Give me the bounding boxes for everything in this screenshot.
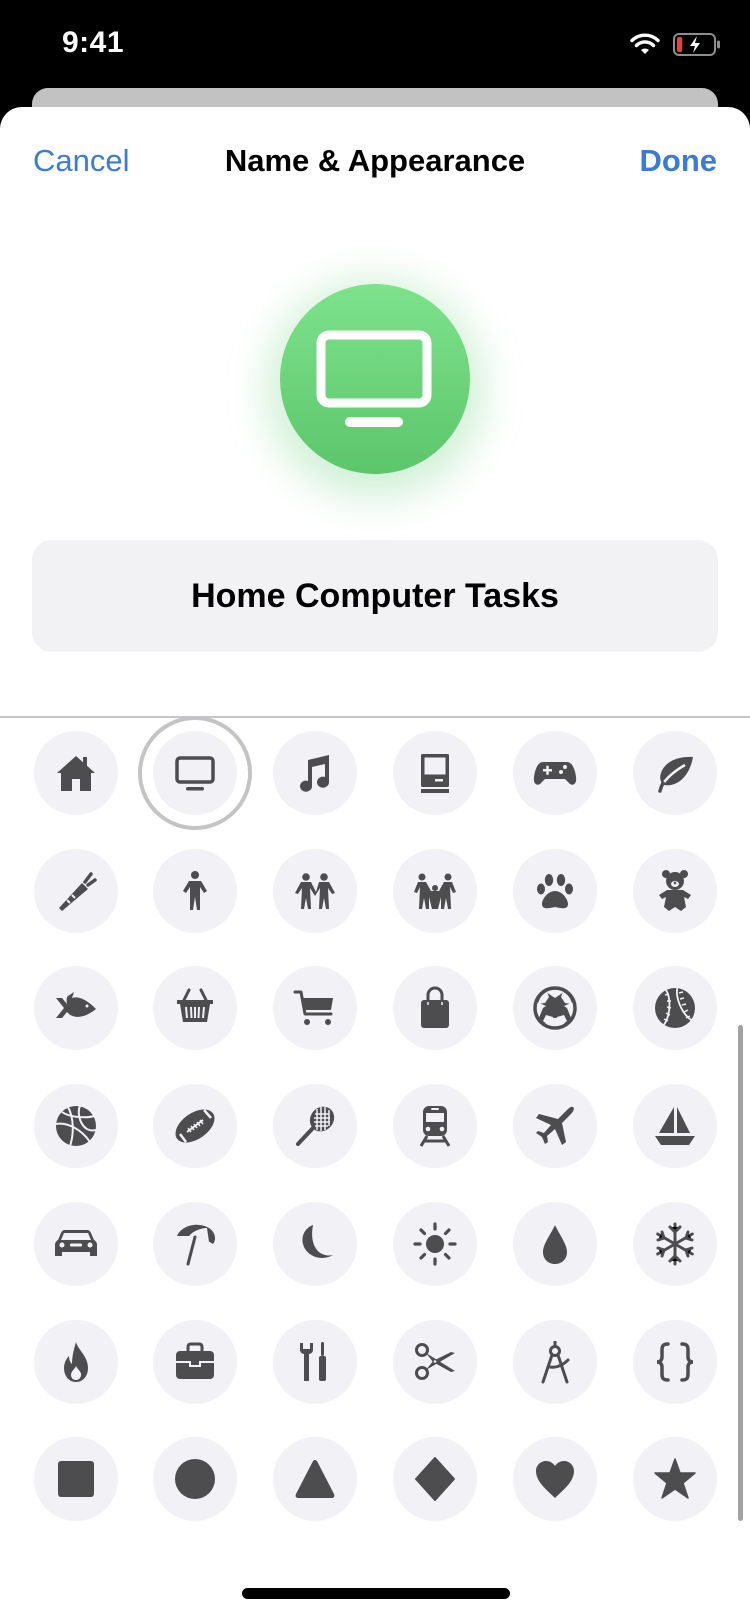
family-icon <box>414 873 456 909</box>
scissors-icon <box>415 1342 455 1380</box>
wifi-icon <box>630 33 660 54</box>
car-icon <box>55 1229 97 1256</box>
icon-option[interactable] <box>273 731 357 815</box>
icon-option[interactable] <box>393 1319 477 1404</box>
icon-option[interactable] <box>34 1201 118 1286</box>
toolbox-icon <box>176 1342 214 1379</box>
triangle-icon <box>295 1460 335 1499</box>
curly-braces-icon <box>656 1341 694 1382</box>
person-icon <box>183 870 207 910</box>
icon-option[interactable] <box>393 731 477 815</box>
battery-charging-low-icon <box>673 33 720 56</box>
home-indicator[interactable] <box>242 1588 510 1599</box>
icon-option[interactable] <box>153 1319 237 1404</box>
diamond-icon <box>415 1457 455 1502</box>
cancel-button[interactable]: Cancel <box>33 143 130 179</box>
scrollbar[interactable] <box>738 1025 743 1521</box>
icon-option[interactable] <box>153 1201 237 1286</box>
classic-computer-icon <box>421 754 449 793</box>
icon-option[interactable] <box>393 1437 477 1522</box>
icon-option[interactable] <box>513 848 597 933</box>
tennis-racket-icon <box>296 1106 335 1147</box>
navigation-bar: Cancel Name & Appearance Done <box>0 107 750 217</box>
icon-option[interactable] <box>153 1084 237 1169</box>
status-time: 9:41 <box>62 26 125 59</box>
icon-option[interactable] <box>34 1437 118 1522</box>
icon-option[interactable] <box>393 1084 477 1169</box>
icon-option[interactable] <box>633 1201 717 1286</box>
icon-option[interactable] <box>273 1319 357 1404</box>
status-bar: 9:41 <box>0 0 750 88</box>
leaf-icon <box>657 756 693 793</box>
icon-option[interactable] <box>153 966 237 1051</box>
icon-option[interactable] <box>393 848 477 933</box>
beach-umbrella-icon <box>177 1224 216 1266</box>
train-icon <box>419 1106 451 1147</box>
icon-option[interactable] <box>153 731 237 815</box>
icon-option[interactable] <box>34 1084 118 1169</box>
icon-option[interactable] <box>633 966 717 1051</box>
desktop-computer-icon <box>175 756 215 791</box>
icon-option[interactable] <box>34 848 118 933</box>
icon-option[interactable] <box>513 1084 597 1169</box>
desktop-computer-icon <box>316 330 432 427</box>
football-icon <box>175 1109 215 1143</box>
gamecontroller-icon <box>533 762 577 785</box>
sailboat-icon <box>655 1107 695 1146</box>
list-name-input[interactable] <box>32 540 718 652</box>
star-icon <box>654 1458 696 1499</box>
shopping-cart-icon <box>293 990 333 1026</box>
moon-icon <box>302 1224 333 1258</box>
icon-option[interactable] <box>393 966 477 1051</box>
icon-option[interactable] <box>273 1437 357 1522</box>
icon-option[interactable] <box>34 731 118 815</box>
sun-icon <box>413 1222 457 1266</box>
music-note-icon <box>300 755 330 792</box>
icon-option[interactable] <box>273 848 357 933</box>
done-button[interactable]: Done <box>640 143 718 179</box>
icon-option[interactable] <box>633 1437 717 1522</box>
icon-option[interactable] <box>633 1319 717 1404</box>
flame-icon <box>64 1341 88 1382</box>
fish-icon <box>56 992 96 1019</box>
icon-option[interactable] <box>34 1319 118 1404</box>
icon-option[interactable] <box>273 966 357 1051</box>
shopping-bag-icon <box>421 986 449 1029</box>
house-icon <box>57 756 95 791</box>
icon-option[interactable] <box>633 1084 717 1169</box>
airplane-icon <box>536 1106 574 1146</box>
water-drop-icon <box>543 1224 567 1264</box>
circle-icon <box>175 1459 215 1500</box>
carrot-icon <box>59 871 97 911</box>
list-icon-preview <box>280 284 470 474</box>
icon-option[interactable] <box>34 966 118 1051</box>
snowflake-icon <box>656 1222 694 1266</box>
compass-drawing-icon <box>541 1340 570 1383</box>
basketball-icon <box>55 1105 97 1147</box>
basket-icon <box>177 988 213 1023</box>
soccer-ball-icon <box>533 986 577 1031</box>
baseball-icon <box>655 988 695 1029</box>
icon-option[interactable] <box>273 1201 357 1286</box>
icon-option[interactable] <box>273 1084 357 1169</box>
icon-option[interactable] <box>513 966 597 1051</box>
icon-option[interactable] <box>513 1437 597 1522</box>
icon-option[interactable] <box>513 1319 597 1404</box>
heart-icon <box>536 1461 574 1499</box>
icon-option[interactable] <box>153 1437 237 1522</box>
wrench-screwdriver-icon <box>300 1341 326 1381</box>
icon-option[interactable] <box>513 1201 597 1286</box>
icon-option[interactable] <box>393 1201 477 1286</box>
paw-print-icon <box>537 873 573 908</box>
name-appearance-sheet: Cancel Name & Appearance Done <box>0 107 750 1624</box>
teddy-bear-icon <box>659 869 691 911</box>
square-icon <box>58 1461 94 1498</box>
two-people-icon <box>295 872 335 909</box>
icon-picker-grid <box>0 716 750 1618</box>
icon-option[interactable] <box>153 848 237 933</box>
icon-option[interactable] <box>633 848 717 933</box>
icon-option[interactable] <box>633 731 717 815</box>
icon-option[interactable] <box>513 731 597 815</box>
